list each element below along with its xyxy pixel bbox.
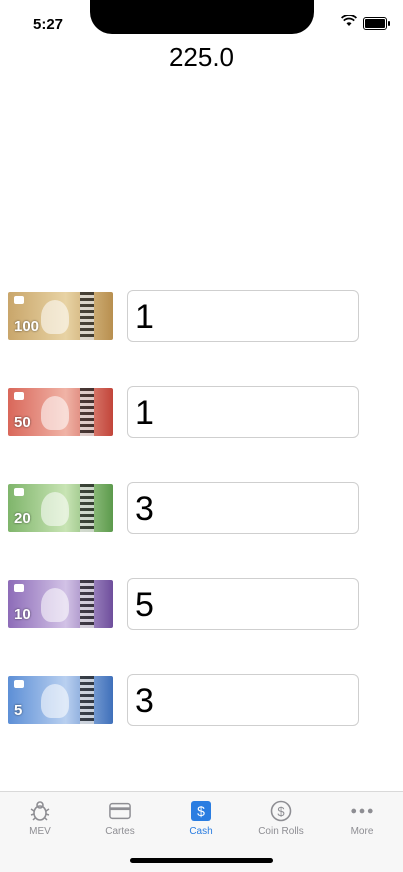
tab-cash[interactable]: $ Cash (161, 800, 241, 837)
dollar-circle-icon: $ (270, 800, 292, 822)
bill-20-image: 20 (8, 484, 113, 532)
bill-row-100: 100 1 (8, 290, 359, 342)
quantity-input-50[interactable]: 1 (127, 386, 359, 438)
tab-mev-label: MEV (29, 826, 51, 837)
bill-5-image: 5 (8, 676, 113, 724)
svg-text:$: $ (277, 804, 285, 819)
tab-coin-rolls-label: Coin Rolls (258, 826, 304, 837)
bill-row-5: 5 3 (8, 674, 359, 726)
card-icon (109, 800, 131, 822)
tab-cartes[interactable]: Cartes (80, 800, 160, 837)
home-indicator (130, 858, 273, 863)
total-amount: 225.0 (168, 42, 235, 72)
device-notch (90, 0, 314, 34)
tab-cartes-label: Cartes (105, 826, 135, 837)
bill-10-image: 10 (8, 580, 113, 628)
tab-more-label: More (350, 826, 374, 837)
tab-cash-label: Cash (189, 826, 213, 837)
status-time: 5:27 (33, 16, 64, 33)
bill-row-50: 50 1 (8, 386, 359, 438)
svg-text:$: $ (197, 803, 205, 819)
bill-row-10: 10 5 (8, 578, 359, 630)
bug-icon (29, 800, 51, 822)
bill-100-image: 100 (8, 292, 113, 340)
quantity-input-10[interactable]: 5 (127, 578, 359, 630)
dollar-square-icon: $ (190, 800, 212, 822)
bill-50-image: 50 (8, 388, 113, 436)
tab-more[interactable]: More (322, 800, 402, 837)
bill-row-20: 20 3 (8, 482, 359, 534)
quantity-input-20[interactable]: 3 (127, 482, 359, 534)
more-dots-icon (351, 800, 373, 822)
battery-icon (363, 16, 390, 30)
quantity-input-5[interactable]: 3 (127, 674, 359, 726)
tab-mev[interactable]: MEV (0, 800, 80, 837)
wifi-icon (340, 14, 358, 32)
status-icons (340, 14, 390, 32)
quantity-input-100[interactable]: 1 (127, 290, 359, 342)
tab-coin-rolls[interactable]: $ Coin Rolls (241, 800, 321, 837)
